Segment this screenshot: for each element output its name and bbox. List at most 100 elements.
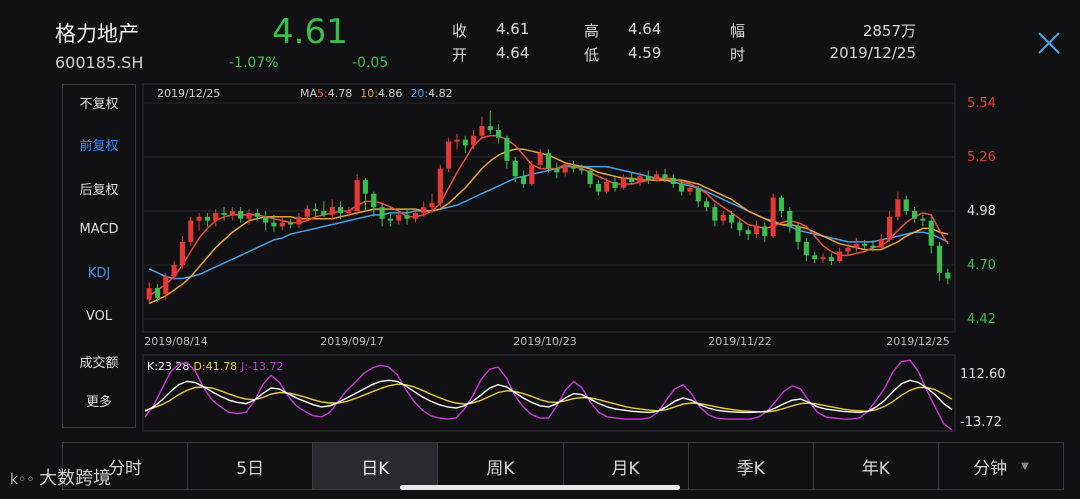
watermark-text: 大数跨境 [39, 468, 112, 489]
candle-body [679, 184, 685, 192]
candle-body [204, 216, 210, 221]
chevron-down-icon: ▼ [1021, 460, 1029, 472]
candle-body [487, 126, 493, 130]
ma10-line [148, 148, 948, 305]
candle-body [529, 164, 535, 184]
candle-body [429, 203, 435, 208]
candle-body [695, 187, 701, 202]
candle-body [312, 209, 319, 211]
candle-body [654, 174, 660, 181]
candle-body [504, 137, 510, 161]
candle-body [254, 212, 260, 217]
candle-body [604, 182, 610, 192]
candle-body [346, 211, 352, 213]
candle-body [421, 207, 427, 213]
period-tabs: 分时 5日 日K 周K 月K 季K 年K 分钟 ▼ [62, 442, 1064, 490]
date-tick-label: 2019/11/22 [708, 335, 771, 348]
candle-body [362, 180, 369, 194]
candle-body [404, 214, 410, 219]
candle-body [263, 216, 269, 223]
price-axis: 5.54 5.26 4.98 4.70 4.42 [967, 96, 996, 327]
candle-body [612, 182, 618, 188]
candle-body [238, 211, 244, 219]
candle-body [687, 187, 693, 192]
candle-body [770, 197, 776, 237]
tab-weekly-k[interactable]: 周K [438, 443, 564, 489]
candle-body [246, 212, 252, 219]
kdj-axis: 112.60 -13.72 [960, 367, 1006, 430]
candle-body [787, 211, 793, 227]
kline-chart[interactable]: 2019/12/25 MA5:4.78 10:4.86 20:4.82 5.545.… [0, 0, 1080, 440]
crosshair-date: 2019/12/25 [157, 87, 220, 100]
candle-body [878, 239, 884, 248]
candle-body [870, 245, 876, 248]
candle-body [213, 212, 219, 221]
price-tick-label: 5.26 [967, 150, 996, 165]
candle-body [945, 272, 951, 279]
watermark-icon: k◦◦ [10, 472, 40, 488]
candlesticks [146, 110, 951, 304]
candle-body [412, 212, 418, 219]
candle-body [645, 176, 651, 181]
candle-body [479, 126, 485, 136]
price-tick-label: 4.70 [967, 258, 996, 273]
kdj-tick-label: -13.72 [960, 415, 1002, 430]
candle-body [887, 216, 893, 240]
tab-daily-k[interactable]: 日K [313, 443, 439, 489]
candle-body [712, 207, 718, 221]
candle-body [279, 222, 285, 227]
candle-body [296, 216, 302, 225]
candle-body [545, 153, 552, 169]
candle-body [837, 251, 843, 262]
candle-body [720, 214, 726, 221]
candle-body [903, 199, 909, 211]
date-axis: 2019/08/14 2019/09/17 2019/10/23 2019/11/22… [144, 335, 949, 348]
date-tick-label: 2019/12/25 [886, 335, 949, 348]
candle-body [196, 216, 202, 221]
watermark-logo: k◦◦ 大数跨境 [10, 464, 111, 490]
candle-body [387, 218, 394, 221]
candle-body [795, 226, 801, 242]
candle-body [803, 241, 809, 256]
candle-body [154, 288, 161, 298]
candle-body [920, 218, 926, 221]
candle-body [462, 139, 468, 146]
candle-body [454, 139, 460, 142]
candle-body [163, 276, 169, 294]
candle-body [396, 214, 402, 221]
date-tick-label: 2019/09/17 [320, 335, 383, 348]
tab-minute[interactable]: 分钟 ▼ [939, 443, 1063, 489]
candle-body [620, 178, 626, 188]
candle-body [471, 135, 477, 146]
candle-body [554, 168, 560, 173]
candle-body [637, 176, 643, 183]
tab-5day[interactable]: 5日 [188, 443, 314, 489]
price-tick-label: 4.98 [967, 204, 996, 219]
candle-body [537, 153, 543, 165]
candle-body [188, 220, 194, 242]
candle-body [845, 247, 851, 252]
candle-body [753, 226, 760, 235]
candle-body [496, 130, 502, 138]
candle-body [179, 241, 186, 265]
tab-minute-label: 分钟 [973, 458, 1008, 479]
price-tick-label: 4.42 [967, 312, 996, 327]
candle-body [446, 141, 452, 169]
kdj-d-line [144, 383, 953, 413]
tab-yearly-k[interactable]: 年K [814, 443, 939, 489]
candle-body [936, 245, 943, 273]
main-grid [143, 102, 955, 320]
ma20-line [148, 165, 949, 280]
candle-body [862, 243, 868, 246]
candle-body [662, 174, 668, 179]
candle-body [337, 207, 344, 213]
candle-body [229, 211, 235, 215]
candle-body [171, 265, 177, 277]
tab-monthly-k[interactable]: 月K [564, 443, 689, 489]
candle-body [828, 257, 834, 262]
candle-body [146, 288, 152, 300]
tab-quarterly-k[interactable]: 季K [689, 443, 814, 489]
candle-body [895, 199, 901, 217]
price-tick-label: 5.54 [967, 96, 996, 111]
home-indicator[interactable] [400, 485, 680, 490]
